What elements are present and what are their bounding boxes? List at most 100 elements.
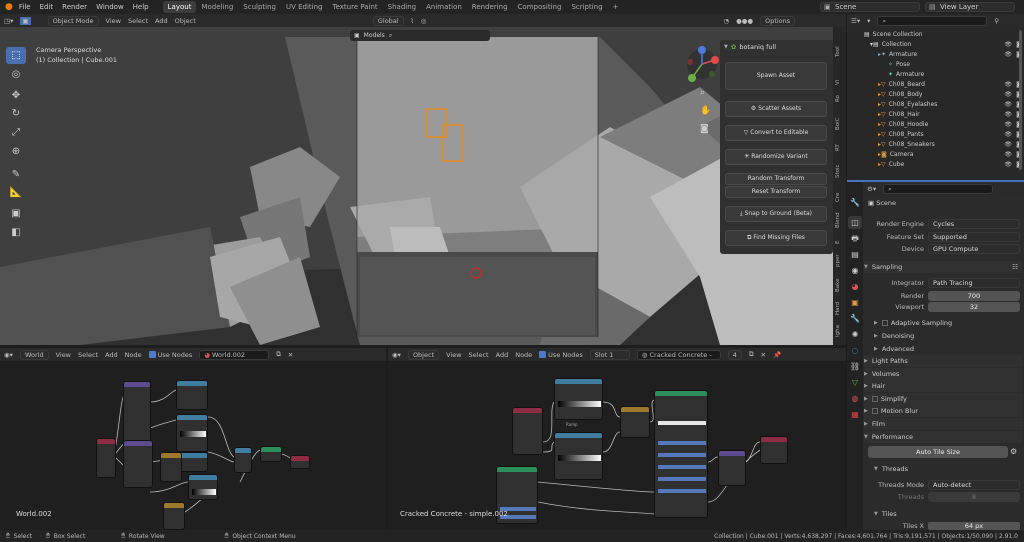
data-properties-icon[interactable]: ▽ xyxy=(848,376,862,389)
eye-icon[interactable]: 👁 xyxy=(1004,121,1012,128)
integrator-dropdown[interactable]: Path Tracing xyxy=(928,277,1020,288)
cursor-tool-icon[interactable]: ◎ xyxy=(6,66,26,83)
material-node[interactable] xyxy=(512,407,543,455)
world-node[interactable] xyxy=(123,440,153,488)
particle-properties-icon[interactable]: ✺ xyxy=(848,328,862,341)
world-use-nodes-toggle[interactable]: Use Nodes xyxy=(148,351,192,359)
eye-icon[interactable]: 👁 xyxy=(1004,51,1012,58)
constraint-properties-icon[interactable]: ⛓ xyxy=(848,360,862,373)
proportional-edit-icon[interactable]: ◎ xyxy=(421,17,427,25)
material-output-node[interactable] xyxy=(760,436,788,464)
eye-icon[interactable]: 👁 xyxy=(1004,141,1012,148)
snap-to-ground-button[interactable]: ⤓ Snap to Ground (Beta) xyxy=(725,206,827,222)
render-samples-field[interactable]: 700 xyxy=(928,290,1020,301)
outliner-row-body[interactable]: ▸▽ Ch08_Body 👁◙ xyxy=(864,89,1022,99)
material-editor-type-icon[interactable]: ◉▾ xyxy=(392,351,401,359)
side-tab-igha[interactable]: Igha xyxy=(835,322,844,340)
scene-properties-icon[interactable]: ◉ xyxy=(848,264,862,277)
menu-edit[interactable]: Edit xyxy=(40,3,54,11)
shading-modes-icon[interactable]: ●●● xyxy=(736,17,753,25)
overlay-icon[interactable]: ◔ xyxy=(723,17,729,25)
advanced-subpanel[interactable]: ▶ Advanced xyxy=(864,343,1022,355)
tool-properties-icon[interactable]: 🔧 xyxy=(848,196,862,209)
tab-sculpting[interactable]: Sculpting xyxy=(238,1,281,13)
blender-logo-icon[interactable]: ● xyxy=(5,2,13,12)
threads-mode-dropdown[interactable]: Auto-detect xyxy=(928,479,1020,490)
object-mode-dropdown[interactable]: Object Mode xyxy=(47,15,99,26)
simplify-panel[interactable]: ▶ Simplify xyxy=(864,393,1022,405)
outliner-filter-icon[interactable]: ▾ xyxy=(867,17,870,25)
object-properties-icon[interactable]: ▣ xyxy=(848,296,862,309)
world-node[interactable] xyxy=(176,414,208,452)
world-menu-add[interactable]: Add xyxy=(105,351,118,359)
motion-blur-checkbox[interactable] xyxy=(871,408,878,414)
botaniq-header[interactable]: ▼ ✿ botaniq full xyxy=(724,43,776,51)
outliner-row-hair[interactable]: ▸▽ Ch08_Hair 👁◙ xyxy=(864,109,1022,119)
annotate-tool-icon[interactable]: ✎ xyxy=(6,166,26,183)
world-node-canvas[interactable]: World.002 xyxy=(0,362,386,530)
tab-shading[interactable]: Shading xyxy=(383,1,421,13)
render-properties-icon[interactable]: ◫ xyxy=(848,216,862,229)
denoising-subpanel[interactable]: ▶ Denoising xyxy=(864,330,1022,342)
viewport-menu-view[interactable]: View xyxy=(106,17,121,25)
random-transform-button[interactable]: Random Transform xyxy=(725,173,827,185)
texture-properties-icon[interactable]: ▦ xyxy=(848,408,862,421)
node-editor-type-icon[interactable]: ◉▾ xyxy=(4,351,13,359)
world-close-icon[interactable]: ✕ xyxy=(288,351,293,359)
add-cube-tool-icon[interactable]: ▣ xyxy=(6,205,26,222)
material-properties-icon[interactable]: ◍ xyxy=(848,392,862,405)
material-node[interactable] xyxy=(620,406,650,438)
camera-icon[interactable]: ▣ xyxy=(354,32,360,39)
outliner-scrollbar[interactable] xyxy=(1019,30,1022,170)
randomize-variant-button[interactable]: ✳ Randomize Variant xyxy=(725,149,827,165)
add-workspace-button[interactable]: + xyxy=(608,1,624,13)
select-box-tool-icon[interactable]: ⬚ xyxy=(6,47,26,64)
object-type-dropdown[interactable]: Object xyxy=(407,349,440,360)
side-tab-bake[interactable]: Bake xyxy=(835,276,844,294)
material-users-count[interactable]: 4 xyxy=(727,349,742,360)
menu-window[interactable]: Window xyxy=(96,3,124,11)
physics-properties-icon[interactable]: ◌ xyxy=(848,344,862,357)
eye-icon[interactable]: 👁 xyxy=(1004,151,1012,158)
scene-selector[interactable]: ▣ Scene xyxy=(820,2,920,12)
outliner-row-hoodie[interactable]: ▸▽ Ch08_Hoodie 👁◙ xyxy=(864,119,1022,129)
find-missing-files-button[interactable]: ⧉ Find Missing Files xyxy=(725,230,827,246)
reset-transform-button[interactable]: Reset Transform xyxy=(725,186,827,198)
material-pin-icon[interactable]: 📌 xyxy=(773,351,781,359)
material-menu-select[interactable]: Select xyxy=(469,351,489,359)
world-node[interactable] xyxy=(163,502,185,530)
world-node[interactable] xyxy=(176,380,208,410)
outliner-search-field[interactable]: ⌕ xyxy=(877,15,988,26)
outliner-row-sneakers[interactable]: ▸▽ Ch08_Sneakers 👁◙ xyxy=(864,139,1022,149)
side-tab-cre[interactable]: Cre xyxy=(835,190,844,204)
side-tab-rt[interactable]: RT xyxy=(835,142,844,154)
film-panel[interactable]: ▶ Film xyxy=(864,418,1022,430)
menu-file[interactable]: File xyxy=(19,3,31,11)
world-node[interactable] xyxy=(96,438,116,478)
properties-search-field[interactable]: ⌕ xyxy=(883,184,994,194)
outliner-row-beard[interactable]: ▸▽ Ch08_Beard 👁◙ xyxy=(864,79,1022,89)
hand-pan-icon[interactable]: ✋ xyxy=(700,106,711,116)
eye-icon[interactable]: 👁 xyxy=(1004,81,1012,88)
material-menu-node[interactable]: Node xyxy=(515,351,532,359)
scatter-assets-button[interactable]: ⚙ Scatter Assets xyxy=(725,101,827,117)
outliner-row-armature-data[interactable]: ✦ Armature xyxy=(864,69,1022,79)
tab-texture-paint[interactable]: Texture Paint xyxy=(328,1,383,13)
threads-count-field[interactable]: 8 xyxy=(928,491,1020,502)
device-dropdown[interactable]: GPU Compute xyxy=(928,243,1020,254)
transform-tool-icon[interactable]: ⊕ xyxy=(6,143,26,160)
outliner-scene-collection[interactable]: ▤ Scene Collection xyxy=(864,29,1022,39)
snap-icon[interactable]: ⌇ xyxy=(411,17,414,25)
outliner-row-pose[interactable]: ✧ Pose xyxy=(864,59,1022,69)
modifier-properties-icon[interactable]: 🔧 xyxy=(848,312,862,325)
world-properties-icon[interactable]: ◕ xyxy=(848,280,862,293)
world-node[interactable] xyxy=(260,446,282,462)
side-tab-ro[interactable]: Ro xyxy=(835,93,844,105)
tab-modeling[interactable]: Modeling xyxy=(196,1,238,13)
threads-subpanel[interactable]: ▼ Threads xyxy=(864,463,1022,475)
eye-icon[interactable]: 👁 xyxy=(1004,161,1012,168)
convert-to-editable-button[interactable]: ▽ Convert to Editable xyxy=(725,125,827,141)
side-tab-tool[interactable]: Tool xyxy=(835,42,844,62)
transform-space-dropdown[interactable]: Global xyxy=(372,15,404,26)
editor-type-icon[interactable]: ◳▾ xyxy=(4,17,13,25)
